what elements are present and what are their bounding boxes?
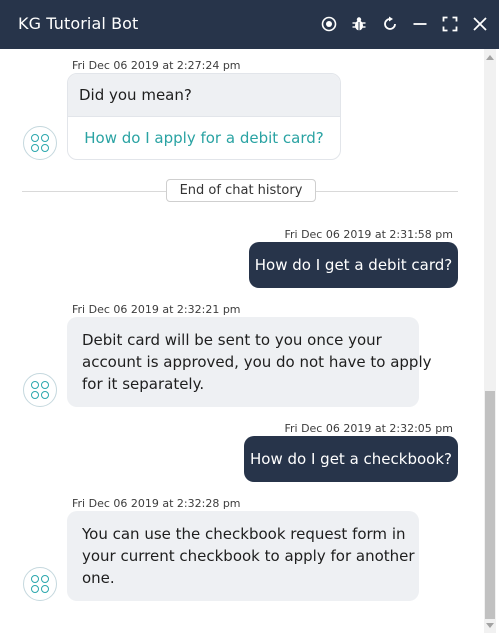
bot-message: Debit card will be sent to you once your… xyxy=(67,317,432,407)
message-timestamp: Fri Dec 06 2019 at 2:32:21 pm xyxy=(72,303,241,316)
bot-message-line: You can use the checkbook request form i… xyxy=(82,525,406,543)
scrollbar-thumb[interactable] xyxy=(485,391,495,619)
suggestion-question: Did you mean? xyxy=(68,74,340,117)
chat-header: KG Tutorial Bot xyxy=(0,0,499,49)
bot-message-line: account is approved, you do not have to … xyxy=(82,353,432,371)
end-of-history-label: End of chat history xyxy=(166,179,316,202)
record-button[interactable] xyxy=(319,14,339,34)
minimize-icon xyxy=(413,23,427,25)
bug-icon xyxy=(352,17,366,31)
bot-avatar-icon xyxy=(23,373,57,407)
message-timestamp: Fri Dec 06 2019 at 2:32:05 pm xyxy=(284,422,453,435)
scroll-up-arrow-icon[interactable] xyxy=(486,55,494,60)
bot-message-line: for it separately. xyxy=(82,375,205,393)
bot-avatar-icon xyxy=(23,126,57,160)
bot-avatar-icon xyxy=(23,567,57,601)
bot-message-line: your current checkbook to apply for anot… xyxy=(82,547,415,565)
message-timestamp: Fri Dec 06 2019 at 2:32:28 pm xyxy=(72,497,241,510)
suggestion-option[interactable]: How do I apply for a debit card? xyxy=(68,117,340,147)
close-button[interactable] xyxy=(470,14,490,34)
refresh-button[interactable] xyxy=(380,14,400,34)
record-icon xyxy=(321,16,337,32)
scroll-down-arrow-icon[interactable] xyxy=(486,623,494,628)
chat-scrollbar[interactable] xyxy=(484,49,496,633)
refresh-icon xyxy=(384,16,396,30)
bot-message-line: one. xyxy=(82,569,115,587)
expand-icon xyxy=(442,16,458,32)
message-timestamp: Fri Dec 06 2019 at 2:31:58 pm xyxy=(284,228,453,241)
bot-message: You can use the checkbook request form i… xyxy=(67,511,419,601)
expand-button[interactable] xyxy=(440,14,460,34)
history-divider-right xyxy=(316,191,458,192)
bot-message-line: Debit card will be sent to you once your xyxy=(82,331,382,349)
minimize-button[interactable] xyxy=(410,14,430,34)
history-divider-left xyxy=(22,191,166,192)
user-message: How do I get a checkbook? xyxy=(244,436,458,482)
message-timestamp: Fri Dec 06 2019 at 2:27:24 pm xyxy=(72,59,241,72)
close-icon xyxy=(473,17,487,31)
debug-button[interactable] xyxy=(349,14,369,34)
chat-messages[interactable]: Fri Dec 06 2019 at 2:27:24 pm Did you me… xyxy=(0,49,499,633)
user-message: How do I get a debit card? xyxy=(249,242,458,288)
suggestion-card: Did you mean? How do I apply for a debit… xyxy=(67,73,341,160)
bot-title: KG Tutorial Bot xyxy=(18,14,139,33)
